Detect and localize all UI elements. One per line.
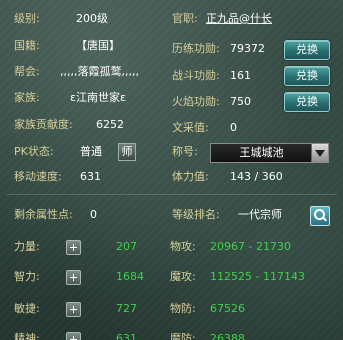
- stat-value: 112525 - 117143: [210, 270, 305, 283]
- guild-row: 帮会: ,,,,,落霞孤鹜,,,,,: [14, 63, 164, 81]
- attr-value: 727: [116, 302, 137, 315]
- nation-label: 国籍:: [14, 39, 40, 52]
- stat-value: 20967 - 21730: [210, 240, 291, 253]
- remaining-points-label: 剩余属性点:: [14, 208, 73, 221]
- chevron-down-icon[interactable]: [311, 144, 328, 162]
- level-label: 级别:: [14, 12, 40, 25]
- battle-merit-value: 161: [230, 69, 251, 82]
- clan-contribution-label: 家族贡献度:: [14, 118, 73, 131]
- attr-row: 智力: 1684 魔攻: 112525 - 117143: [14, 268, 334, 286]
- attr-value: 631: [116, 332, 137, 340]
- attr-value: 207: [116, 240, 137, 253]
- clan-row: 家族: ε江南世家ε: [14, 89, 164, 107]
- attr-row: 精神: 631 魔防: 26388: [14, 330, 334, 340]
- fire-merit-label: 火焰功勋:: [172, 95, 220, 108]
- clan-value: ε江南世家ε: [70, 91, 126, 104]
- stat-value: 67526: [210, 302, 245, 315]
- rank-value: 一代宗师: [238, 208, 282, 221]
- title-dropdown-value: 王城城池: [239, 146, 284, 159]
- fire-merit-value: 750: [230, 95, 251, 108]
- official-label: 官职:: [172, 12, 198, 25]
- official-link[interactable]: 正九品@什长: [206, 10, 272, 28]
- battle-merit-label: 战斗功勋:: [172, 69, 220, 82]
- remaining-points-value: 0: [90, 208, 97, 221]
- attr-value: 1684: [116, 270, 144, 283]
- pk-status-label: PK状态:: [14, 145, 54, 158]
- battle-exchange-button[interactable]: 兑换: [284, 66, 330, 86]
- attr-label: 敏捷:: [14, 302, 40, 315]
- stamina-label: 体力值:: [172, 170, 209, 183]
- attr-row: 敏捷: 727 物防: 67526: [14, 300, 334, 318]
- clan-contribution-value: 6252: [96, 118, 124, 131]
- stamina-value: 143 / 360: [230, 170, 283, 183]
- title-label: 称号:: [172, 145, 198, 158]
- title-dropdown[interactable]: 王城城池: [210, 143, 329, 163]
- attr-label: 智力:: [14, 270, 40, 283]
- move-speed-row: 移动速度: 631: [14, 168, 164, 186]
- attr-label: 力量:: [14, 240, 40, 253]
- character-info-panel: 级别: 200级 国籍: 【唐国】 帮会: ,,,,,落霞孤鹜,,,,, 家族:…: [0, 0, 343, 340]
- guild-value: ,,,,,落霞孤鹜,,,,,: [60, 65, 139, 78]
- attr-label: 精神:: [14, 332, 40, 340]
- nation-row: 国籍: 【唐国】: [14, 37, 164, 55]
- stat-label: 魔防:: [170, 332, 196, 340]
- divider: [6, 194, 337, 195]
- training-merit-label: 历练功勋:: [172, 42, 220, 55]
- remaining-points-row: 剩余属性点: 0: [14, 206, 164, 224]
- plus-icon[interactable]: [66, 240, 81, 255]
- stat-label: 魔攻:: [170, 270, 196, 283]
- stamina-row: 体力值: 143 / 360: [172, 168, 337, 186]
- training-merit-value: 79372: [230, 42, 265, 55]
- literary-row: 文采值: 0: [172, 119, 337, 137]
- mentor-button[interactable]: 师: [118, 143, 136, 161]
- clan-contribution-row: 家族贡献度: 6252: [14, 116, 164, 134]
- pk-status-value: 普通: [80, 145, 102, 158]
- plus-icon[interactable]: [66, 332, 81, 340]
- clan-label: 家族:: [14, 91, 40, 104]
- plus-icon[interactable]: [66, 270, 81, 285]
- guild-label: 帮会:: [14, 65, 40, 78]
- stat-value: 26388: [210, 332, 245, 340]
- pk-status-row: PK状态: 普通 师: [14, 143, 164, 161]
- search-icon[interactable]: [310, 206, 330, 226]
- attr-row: 力量: 207 物攻: 20967 - 21730: [14, 238, 334, 256]
- level-row: 级别: 200级: [14, 10, 164, 28]
- official-row: 官职: 正九品@什长: [172, 10, 337, 28]
- nation-value: 【唐国】: [76, 39, 120, 52]
- literary-value: 0: [230, 121, 237, 134]
- rank-label: 等级排名:: [172, 208, 220, 221]
- training-exchange-button[interactable]: 兑换: [284, 40, 330, 60]
- plus-icon[interactable]: [66, 302, 81, 317]
- stat-label: 物防:: [170, 302, 196, 315]
- literary-label: 文采值:: [172, 121, 209, 134]
- level-value: 200级: [76, 12, 108, 25]
- move-speed-label: 移动速度:: [14, 170, 62, 183]
- stat-label: 物攻:: [170, 240, 196, 253]
- fire-exchange-button[interactable]: 兑换: [284, 92, 330, 112]
- move-speed-value: 631: [80, 170, 101, 183]
